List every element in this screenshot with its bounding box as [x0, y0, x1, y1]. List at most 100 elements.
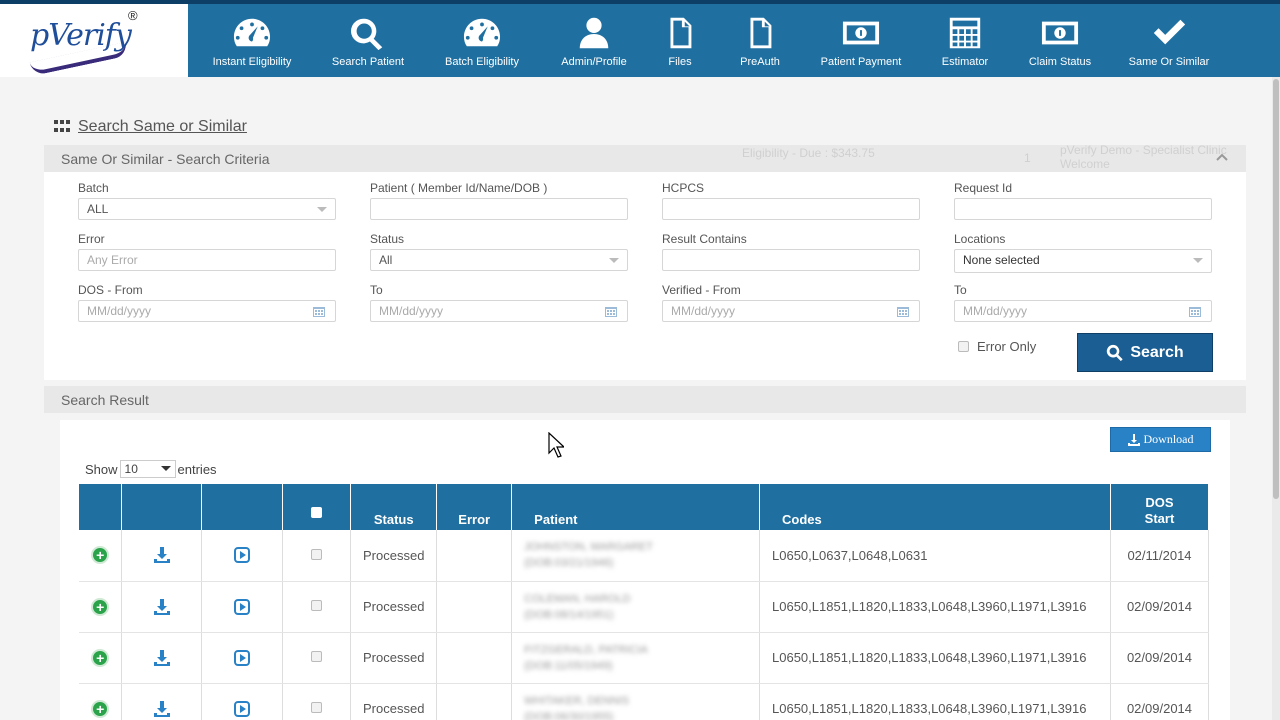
verified-to-field: To MM/dd/yyyy [954, 283, 1212, 322]
search-result-title: Search Result [61, 392, 149, 408]
nav-search-patient[interactable]: Search Patient [316, 4, 420, 77]
result-contains-label: Result Contains [662, 232, 747, 246]
view-column-header [201, 484, 284, 530]
expand-plus-icon[interactable]: + [91, 597, 110, 616]
dos-start-cell: 02/09/2014 [1110, 581, 1210, 633]
nav-admin-profile[interactable]: Admin/Profile [544, 4, 644, 77]
error-only-label: Error Only [977, 339, 1037, 354]
error-column-header[interactable]: Error [436, 484, 513, 530]
row-checkbox[interactable] [311, 600, 323, 611]
locations-select[interactable]: None selected [954, 249, 1212, 273]
error-only-checkbox[interactable] [958, 341, 969, 352]
nav-claim-status[interactable]: Claim Status [1012, 4, 1108, 77]
download-cell [121, 530, 203, 582]
download-cell [121, 581, 203, 633]
play-square-icon[interactable] [233, 598, 251, 616]
patient-name: WHITAKER, DENNIS [524, 694, 630, 707]
locations-value: None selected [963, 253, 1040, 267]
page-title-text[interactable]: Search Same or Similar [78, 118, 247, 136]
calendar-icon[interactable] [1189, 305, 1201, 317]
expand-cell: + [79, 530, 123, 582]
search-criteria-header[interactable]: Same Or Similar - Search Criteria Eligib… [44, 143, 1246, 172]
ghost-eligibility-due: Eligibility - Due : $343.75 [742, 146, 875, 160]
row-checkbox[interactable] [311, 651, 323, 662]
batch-value: ALL [87, 202, 109, 216]
page-scrollbar[interactable] [1272, 77, 1280, 720]
locations-field: Locations None selected [954, 232, 1212, 273]
nav-same-or-similar[interactable]: Same Or Similar [1108, 4, 1230, 77]
verified-from-input[interactable]: MM/dd/yyyy [662, 300, 920, 322]
play-square-icon[interactable] [233, 649, 251, 667]
status-select[interactable]: All [370, 249, 628, 271]
nav-preauth[interactable]: PreAuth [716, 4, 804, 77]
error-only-option: Error Only [958, 339, 1036, 354]
error-field: Error Any Error [78, 232, 336, 271]
expand-cell: + [79, 632, 123, 684]
result-contains-field: Result Contains [662, 232, 920, 271]
expand-cell: + [79, 683, 123, 720]
nav-label: Estimator [941, 56, 989, 68]
pverify-logo[interactable]: pVerify ® [0, 4, 188, 77]
download-icon[interactable] [153, 546, 171, 564]
dos-to-label: To [370, 283, 383, 297]
dos-from-input[interactable]: MM/dd/yyyy [78, 300, 336, 322]
request-id-input[interactable] [954, 198, 1212, 220]
view-cell [201, 530, 284, 582]
nav-patient-payment[interactable]: Patient Payment [804, 4, 918, 77]
mouse-cursor-icon [548, 432, 564, 458]
chevron-up-icon[interactable] [1216, 151, 1228, 163]
results-table: Status Error Patient Codes DOS Start + Pr… [79, 484, 1210, 720]
entries-label: entries [177, 461, 217, 477]
nav-estimator[interactable]: Estimator [918, 4, 1012, 77]
logo-registered-mark: ® [128, 8, 138, 23]
download-icon[interactable] [153, 700, 171, 718]
scrollbar-thumb[interactable] [1273, 79, 1279, 499]
expand-plus-icon[interactable]: + [91, 546, 110, 565]
entries-select[interactable]: 10 [119, 460, 176, 478]
verified-from-field: Verified - From MM/dd/yyyy [662, 283, 920, 322]
table-row: + Processed COLEMAN, HAROLD (DOB:08/14/19… [79, 581, 1210, 633]
nav-label: Files [668, 56, 692, 68]
search-icon [1107, 344, 1123, 361]
search-result-header: Search Result [44, 386, 1246, 413]
top-navigation-bar: pVerify ® Instant Eligibility Search Pat… [0, 0, 1280, 77]
status-cell: Processed [350, 581, 438, 633]
codes-column-header[interactable]: Codes [759, 484, 1111, 530]
hcpcs-input[interactable] [662, 198, 920, 220]
patient-dob: (DOB:11/05/1949) [524, 659, 613, 672]
download-icon[interactable] [153, 598, 171, 616]
verified-to-input[interactable]: MM/dd/yyyy [954, 300, 1212, 322]
select-cell [282, 581, 352, 633]
patient-input[interactable] [370, 198, 628, 220]
expand-plus-icon[interactable]: + [91, 648, 110, 667]
row-checkbox[interactable] [311, 548, 323, 560]
result-contains-input[interactable] [662, 249, 920, 271]
batch-select[interactable]: ALL [78, 198, 336, 220]
play-square-icon[interactable] [233, 700, 251, 718]
main-nav: Instant Eligibility Search Patient Batch… [188, 4, 1280, 77]
nav-batch-eligibility[interactable]: Batch Eligibility [420, 4, 544, 77]
nav-instant-eligibility[interactable]: Instant Eligibility [188, 4, 316, 77]
verified-from-label: Verified - From [662, 283, 741, 297]
error-input[interactable]: Any Error [78, 249, 336, 271]
download-button[interactable]: Download [1110, 427, 1211, 452]
calendar-icon[interactable] [313, 305, 325, 317]
dos-to-input[interactable]: MM/dd/yyyy [370, 300, 628, 322]
expand-plus-icon[interactable]: + [91, 699, 110, 718]
patient-column-header[interactable]: Patient [511, 484, 761, 530]
status-column-header[interactable]: Status [350, 484, 438, 530]
download-icon[interactable] [153, 649, 171, 667]
table-row: + Processed JOHNSTON, MARGARET (DOB:03/21… [79, 530, 1210, 582]
calculator-icon [949, 17, 981, 49]
nav-files[interactable]: Files [644, 4, 716, 77]
calendar-icon[interactable] [897, 305, 909, 317]
play-square-icon[interactable] [233, 546, 251, 564]
row-checkbox[interactable] [311, 702, 323, 713]
select-all-column-header [282, 484, 352, 530]
dos-start-column-header[interactable]: DOS Start [1110, 484, 1210, 530]
dos-to-field: To MM/dd/yyyy [370, 283, 628, 322]
document-icon [750, 17, 772, 49]
select-all-checkbox[interactable] [311, 507, 323, 518]
calendar-icon[interactable] [605, 305, 617, 317]
search-button[interactable]: Search [1077, 333, 1213, 372]
